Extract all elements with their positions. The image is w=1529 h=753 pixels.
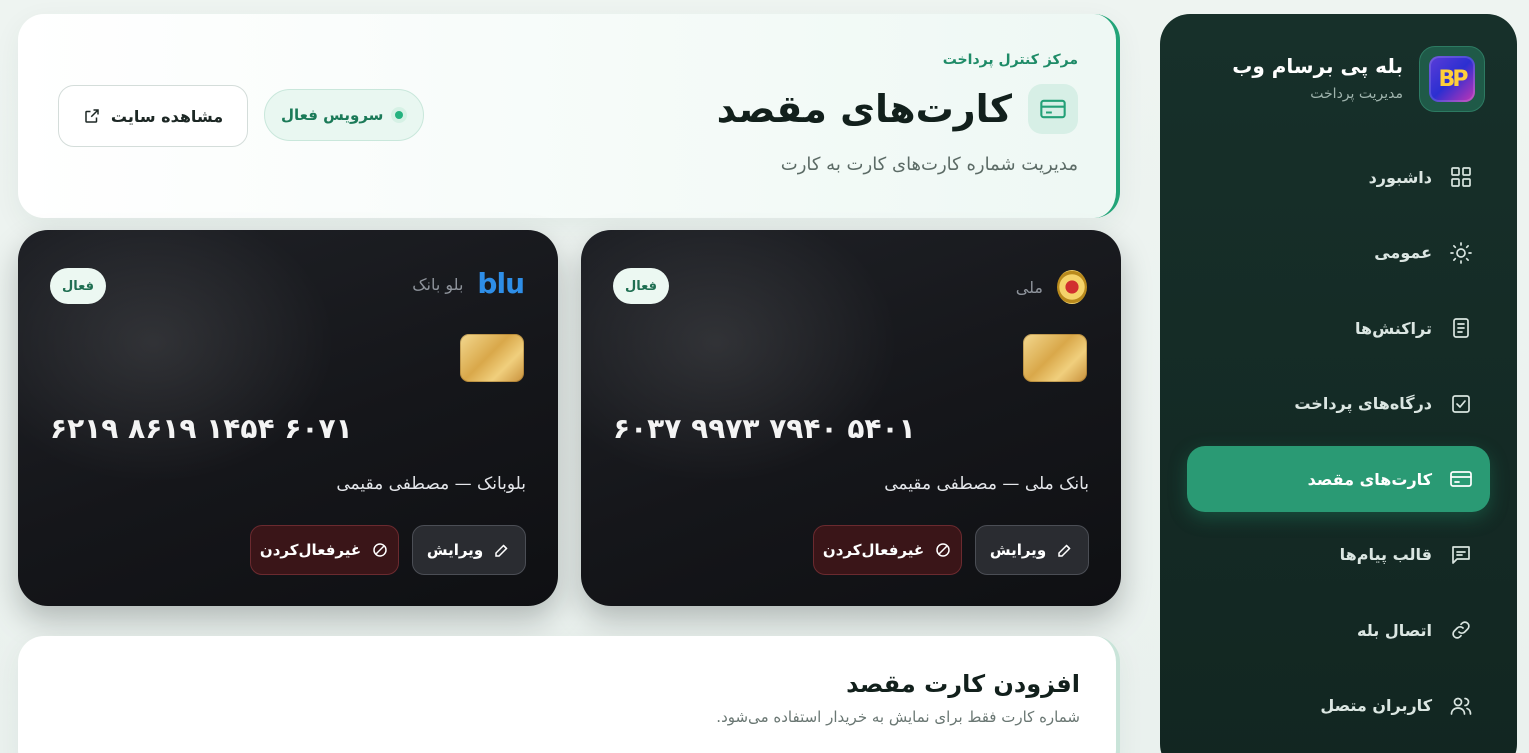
disable-card-button[interactable]: غیرفعال‌کردن bbox=[250, 525, 399, 575]
card-bank-name: بلو بانک bbox=[412, 274, 464, 294]
sidebar-item-general[interactable]: عمومی bbox=[1187, 220, 1490, 286]
brand[interactable]: BP بله پی برسام وب مدیریت پرداخت bbox=[1190, 46, 1485, 114]
users-icon bbox=[1448, 693, 1474, 719]
status-dot-icon bbox=[391, 107, 408, 123]
card-chip-icon bbox=[1023, 334, 1087, 382]
link-icon bbox=[1448, 617, 1474, 643]
view-site-button[interactable]: مشاهده سایت bbox=[58, 85, 248, 147]
add-card-panel: افزودن کارت مقصد شماره کارت فقط برای نما… bbox=[18, 636, 1120, 753]
sidebar-item-label: کارت‌های مقصد bbox=[1307, 469, 1432, 489]
sidebar-item-label: اتصال بله bbox=[1357, 620, 1432, 640]
edit-card-button[interactable]: ویرایش bbox=[412, 525, 526, 575]
credit-card-icon bbox=[1448, 466, 1474, 492]
card-number: ۶۲۱۹ ۸۶۱۹ ۱۴۵۴ ۶۰۷۱ bbox=[50, 412, 353, 445]
sidebar-item-connected-users[interactable]: کاربران متصل bbox=[1187, 673, 1490, 739]
sidebar: BP بله پی برسام وب مدیریت پرداخت داشبورد… bbox=[1160, 14, 1517, 753]
sun-icon bbox=[1448, 240, 1474, 266]
edit-icon bbox=[1058, 544, 1071, 557]
page-header: مرکز کنترل پرداخت کارت‌های مقصد مدیریت ش… bbox=[18, 14, 1120, 218]
card-status-badge: فعال bbox=[613, 268, 669, 304]
card-chip-icon bbox=[460, 334, 524, 382]
document-icon bbox=[1448, 315, 1474, 341]
sidebar-item-label: تراکنش‌ها bbox=[1355, 318, 1432, 338]
sidebar-item-message-templates[interactable]: قالب پیام‌ها bbox=[1187, 522, 1490, 588]
breadcrumb: مرکز کنترل پرداخت bbox=[942, 52, 1078, 68]
edit-card-button[interactable]: ویرایش bbox=[975, 525, 1089, 575]
card-holder: بانک ملی — مصطفی مقیمی bbox=[884, 474, 1089, 494]
edit-label: ویرایش bbox=[989, 541, 1047, 559]
message-icon bbox=[1448, 542, 1474, 568]
disable-label: غیرفعال‌کردن bbox=[822, 541, 925, 559]
bank-melli-logo-icon bbox=[1057, 270, 1087, 304]
view-site-label: مشاهده سایت bbox=[110, 106, 224, 126]
grid-icon bbox=[1448, 164, 1474, 190]
status-badge: سرویس فعال bbox=[264, 89, 425, 141]
add-card-subtitle: شماره کارت فقط برای نمایش به خریدار استف… bbox=[716, 708, 1080, 726]
card-bank: blu بلو بانک bbox=[412, 267, 525, 300]
sidebar-item-transactions[interactable]: تراکنش‌ها bbox=[1187, 295, 1490, 361]
brand-title: بله پی برسام وب bbox=[1232, 54, 1403, 78]
status-label: سرویس فعال bbox=[281, 106, 384, 124]
page-title-row: کارت‌های مقصد bbox=[717, 84, 1078, 134]
destination-card: فعال blu بلو بانک ۶۲۱۹ ۸۶۱۹ ۱۴۵۴ ۶۰۷۱ بل… bbox=[18, 230, 558, 606]
destination-card: فعال ملی ۶۰۳۷ ۹۹۷۳ ۷۹۴۰ ۵۴۰۱ بانک ملی — … bbox=[581, 230, 1121, 606]
ban-icon bbox=[936, 543, 950, 557]
brand-logo: BP bbox=[1419, 46, 1485, 112]
card-number: ۶۰۳۷ ۹۹۷۳ ۷۹۴۰ ۵۴۰۱ bbox=[613, 412, 916, 445]
ban-icon bbox=[373, 543, 387, 557]
card-holder: بلوبانک — مصطفی مقیمی bbox=[336, 474, 526, 494]
add-card-title: افزودن کارت مقصد bbox=[846, 670, 1080, 698]
sidebar-item-label: کاربران متصل bbox=[1320, 696, 1432, 715]
card-bank: ملی bbox=[1016, 270, 1087, 304]
sidebar-item-label: داشبورد bbox=[1368, 167, 1432, 187]
sidebar-item-gateways[interactable]: درگاه‌های پرداخت bbox=[1187, 371, 1490, 437]
page-title: کارت‌های مقصد bbox=[716, 87, 1012, 131]
sidebar-item-dashboard[interactable]: داشبورد bbox=[1187, 144, 1490, 210]
disable-card-button[interactable]: غیرفعال‌کردن bbox=[813, 525, 962, 575]
sidebar-nav: داشبورد عمومی تراکنش‌ها درگاه‌های پرداخت… bbox=[1187, 144, 1490, 748]
brand-logo-mark: BP bbox=[1429, 56, 1475, 102]
external-link-icon bbox=[85, 109, 99, 123]
card-bank-name: ملی bbox=[1015, 277, 1043, 297]
checkbox-icon bbox=[1448, 391, 1474, 417]
edit-icon bbox=[495, 544, 508, 557]
credit-card-icon bbox=[1028, 84, 1078, 134]
page-subtitle: مدیریت شماره کارت‌های کارت به کارت bbox=[780, 154, 1078, 175]
disable-label: غیرفعال‌کردن bbox=[259, 541, 362, 559]
sidebar-item-label: قالب پیام‌ها bbox=[1339, 545, 1432, 564]
brand-subtitle: مدیریت پرداخت bbox=[1310, 86, 1403, 102]
card-status-badge: فعال bbox=[50, 268, 106, 304]
sidebar-item-label: عمومی bbox=[1374, 243, 1432, 262]
sidebar-item-destination-cards[interactable]: کارت‌های مقصد bbox=[1187, 446, 1490, 512]
bank-blu-logo-icon: blu bbox=[477, 267, 525, 300]
sidebar-item-label: درگاه‌های پرداخت bbox=[1294, 394, 1432, 413]
sidebar-item-bale-connection[interactable]: اتصال بله bbox=[1187, 597, 1490, 663]
edit-label: ویرایش bbox=[426, 541, 484, 559]
